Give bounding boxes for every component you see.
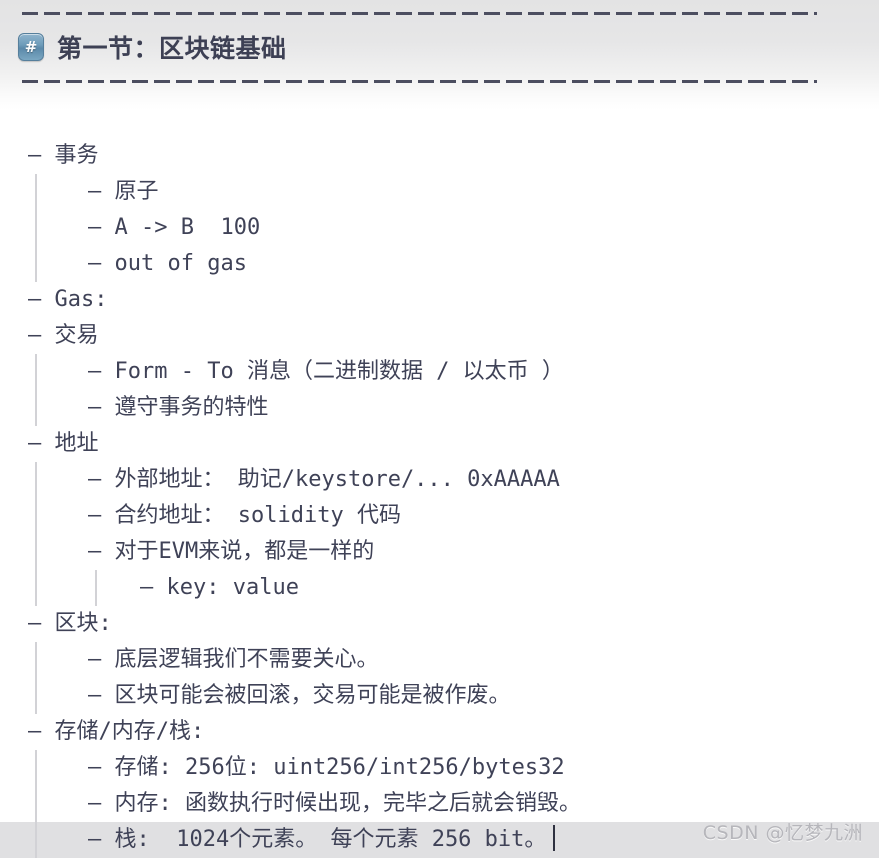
- indent-guide-line: [35, 462, 37, 498]
- indent-guide-line: [35, 750, 37, 786]
- outline-item[interactable]: — Gas:: [0, 282, 879, 318]
- outline-item[interactable]: — 内存: 函数执行时候出现，完毕之后就会销毁。: [0, 786, 879, 822]
- outline-item[interactable]: — 存储/内存/栈:: [0, 714, 879, 750]
- outline-item-label: — 事务: [28, 143, 99, 168]
- outline-item[interactable]: — 存储: 256位: uint256/int256/bytes32: [0, 750, 879, 786]
- outline-item-label: — 栈: 1024个元素。 每个元素 256 bit。: [88, 827, 547, 852]
- indent-guide-line: [35, 822, 37, 858]
- indent-guide-line: [35, 210, 37, 246]
- document-header-band: # 第一节：区块链基础: [0, 0, 879, 110]
- outline-item-label: — 内存: 函数执行时候出现，完毕之后就会销毁。: [88, 791, 581, 816]
- indent-guide-line: [35, 354, 37, 390]
- outline-item[interactable]: — key: value: [0, 570, 879, 606]
- outline-item[interactable]: — 遵守事务的特性: [0, 390, 879, 426]
- outline-item-label: — Form - To 消息（二进制数据 / 以太币 ）: [88, 359, 564, 384]
- outline-item[interactable]: — 交易: [0, 318, 879, 354]
- outline-item-label: — 外部地址： 助记/keystore/... 0xAAAAA: [88, 467, 560, 492]
- outline-item-label: — 原子: [88, 179, 159, 204]
- outline-item[interactable]: — 地址: [0, 426, 879, 462]
- outline-item-label: — 区块可能会被回滚，交易可能是被作废。: [88, 683, 511, 708]
- outline-item-label: — key: value: [140, 575, 299, 600]
- heading-row[interactable]: # 第一节：区块链基础: [18, 28, 287, 66]
- text-cursor-caret: [553, 825, 556, 851]
- heading-hash-glyph: #: [24, 37, 38, 56]
- indent-guide-line: [35, 246, 37, 282]
- outline-item[interactable]: — 底层逻辑我们不需要关心。: [0, 642, 879, 678]
- outline-item[interactable]: — 区块:: [0, 606, 879, 642]
- outline-item[interactable]: — 原子: [0, 174, 879, 210]
- outline-item-label: — 遵守事务的特性: [88, 395, 269, 420]
- outline-item-label: — 合约地址： solidity 代码: [88, 503, 401, 528]
- outline-item-label: — 对于EVM来说，都是一样的: [88, 539, 375, 564]
- outline-item-label: — 地址: [28, 431, 99, 456]
- indent-guide-line: [35, 570, 37, 606]
- outline-item[interactable]: — 事务: [0, 138, 879, 174]
- outline-item[interactable]: — Form - To 消息（二进制数据 / 以太币 ）: [0, 354, 879, 390]
- outline-item[interactable]: — 对于EVM来说，都是一样的: [0, 534, 879, 570]
- outline-item-label: — 存储/内存/栈:: [28, 719, 205, 744]
- outline-item[interactable]: — 合约地址： solidity 代码: [0, 498, 879, 534]
- indent-guide-line: [35, 786, 37, 822]
- indent-guide-line: [35, 174, 37, 210]
- heading-hash-icon[interactable]: #: [18, 33, 44, 61]
- outline-item-label: — out of gas: [88, 251, 247, 276]
- outline-item-label: — 底层逻辑我们不需要关心。: [88, 647, 379, 672]
- outline-item-label: — 交易: [28, 323, 99, 348]
- indent-guide-line: [35, 534, 37, 570]
- horizontal-rule-bottom: [22, 80, 817, 83]
- indent-guide-line: [35, 642, 37, 678]
- outline-item-current[interactable]: — 栈: 1024个元素。 每个元素 256 bit。: [0, 822, 879, 858]
- indent-guide-line: [35, 678, 37, 714]
- outline-item[interactable]: — 区块可能会被回滚，交易可能是被作废。: [0, 678, 879, 714]
- outline-item[interactable]: — A -> B 100: [0, 210, 879, 246]
- outline-item-label: — A -> B 100: [88, 215, 261, 240]
- outline-item-label: — 区块:: [28, 611, 112, 636]
- outline-item[interactable]: — 外部地址： 助记/keystore/... 0xAAAAA: [0, 462, 879, 498]
- indent-guide-line: [95, 570, 97, 606]
- horizontal-rule-top: [22, 12, 817, 15]
- outline-item[interactable]: — out of gas: [0, 246, 879, 282]
- indent-guide-line: [35, 498, 37, 534]
- outline-item-label: — 存储: 256位: uint256/int256/bytes32: [88, 755, 565, 780]
- page-title: 第一节：区块链基础: [57, 34, 287, 63]
- indent-guide-line: [35, 390, 37, 426]
- outline-item-label: — Gas:: [28, 287, 108, 312]
- outline-list[interactable]: — 事务 — 原子 — A -> B 100 — out of gas — Gas: — …: [0, 110, 879, 858]
